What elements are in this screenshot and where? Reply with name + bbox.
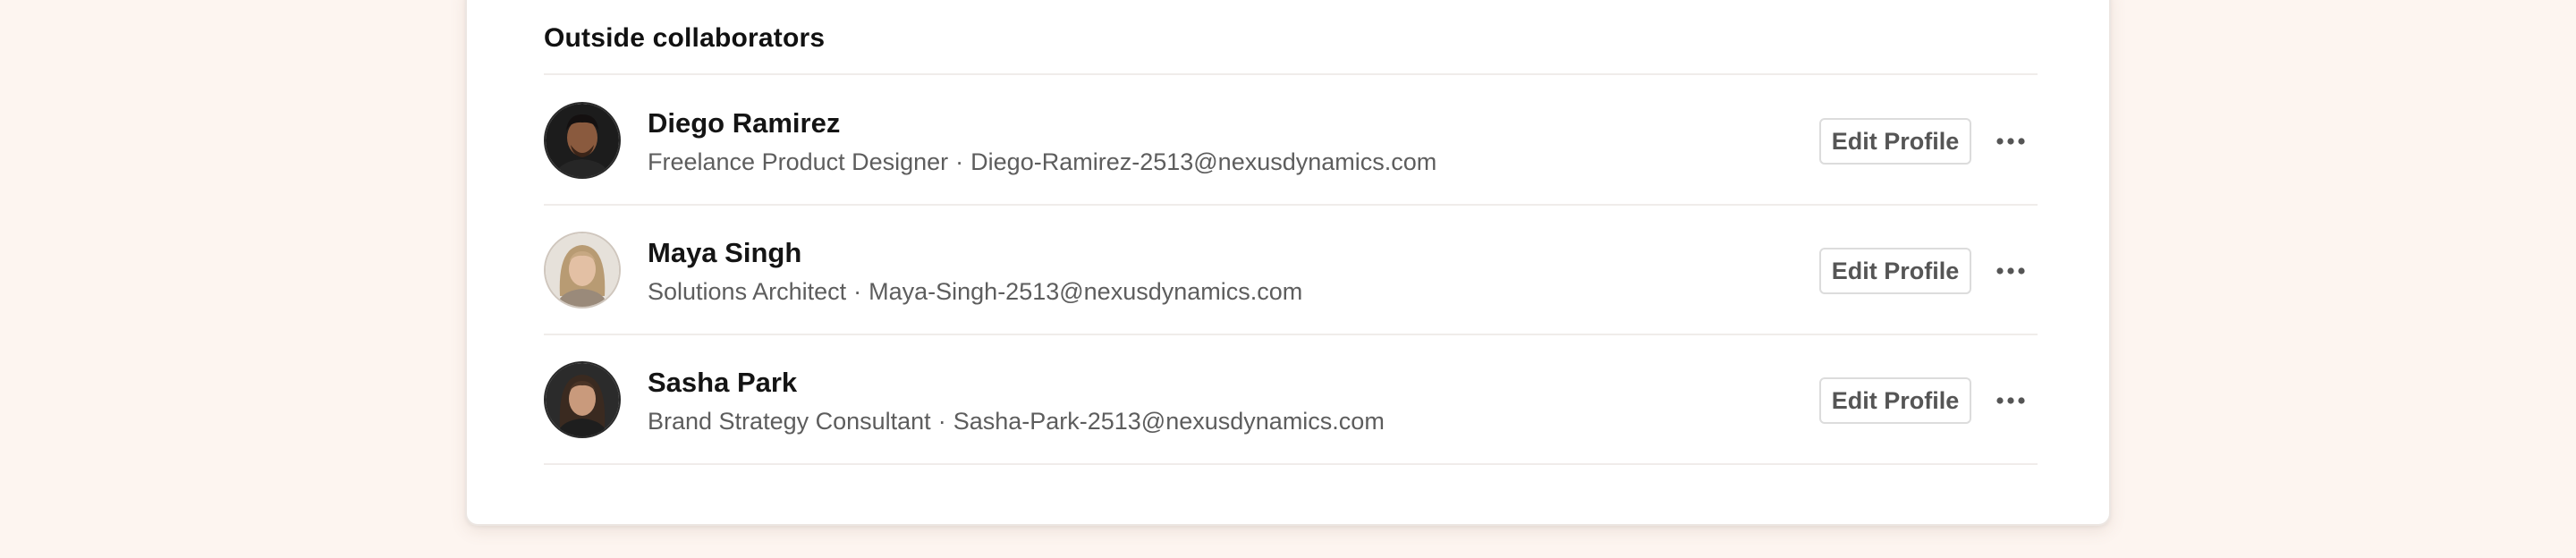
collaborator-name: Sasha Park (648, 367, 798, 398)
meta-separator: · (853, 278, 862, 305)
more-horizontal-icon (1996, 397, 2025, 404)
collaborator-details: Brand Strategy Consultant · Sasha-Park-251… (648, 408, 1385, 435)
collaborator-role: Freelance Product Designer (648, 148, 949, 175)
collaborator-row: Diego Ramirez Freelance Product Designer… (544, 75, 2038, 204)
edit-profile-button[interactable]: Edit Profile (1819, 248, 1971, 294)
collaborator-name: Maya Singh (648, 237, 802, 268)
collaborator-name: Diego Ramirez (648, 107, 841, 139)
collaborator-row: Sasha Park Brand Strategy Consultant · Sas… (544, 334, 2038, 463)
avatar (544, 232, 621, 309)
edit-profile-button[interactable]: Edit Profile (1819, 118, 1971, 165)
collaborators-card: Outside collaborators Diego Ramirez Free… (465, 0, 2111, 526)
collaborator-details: Freelance Product Designer · Diego-Ramirez… (648, 148, 1436, 176)
more-options-button[interactable] (1991, 123, 2030, 159)
section-title: Outside collaborators (544, 23, 826, 53)
more-options-button[interactable] (1991, 253, 2030, 289)
collaborator-email: Maya-Singh-2513@nexusdynamics.com (869, 278, 1303, 305)
collaborator-role: Solutions Architect (648, 278, 847, 305)
collaborator-role: Brand Strategy Consultant (648, 408, 931, 435)
collaborator-details: Solutions Architect · Maya-Singh-2513@nexu… (648, 278, 1302, 306)
collaborator-email: Sasha-Park-2513@nexusdynamics.com (953, 408, 1385, 435)
more-options-button[interactable] (1991, 383, 2030, 418)
meta-separator: · (937, 408, 946, 435)
collaborator-email: Diego-Ramirez-2513@nexusdynamics.com (970, 148, 1437, 175)
avatar (544, 102, 621, 179)
divider (544, 463, 2038, 465)
meta-separator: · (955, 148, 964, 175)
more-horizontal-icon (1996, 138, 2025, 145)
collaborator-row: Maya Singh Solutions Architect · Maya-Sing… (544, 205, 2038, 334)
more-horizontal-icon (1996, 267, 2025, 275)
edit-profile-button[interactable]: Edit Profile (1819, 377, 1971, 424)
avatar (544, 361, 621, 438)
